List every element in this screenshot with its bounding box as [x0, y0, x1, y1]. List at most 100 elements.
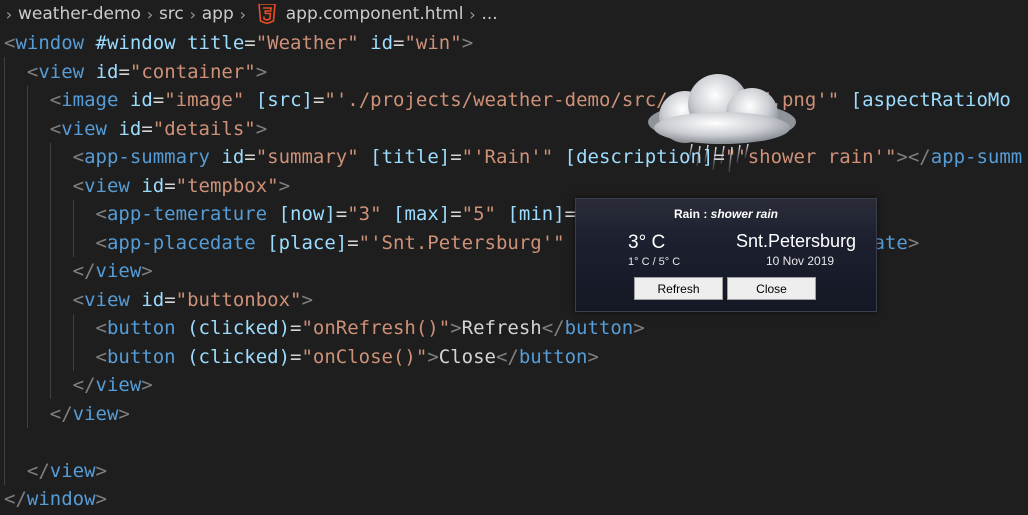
code-token: = — [335, 203, 348, 225]
code-token: app-temerature — [106, 203, 268, 225]
code-line[interactable]: <window #window title="Weather" id="win"… — [4, 29, 473, 57]
rain-cloud-icon — [648, 74, 796, 173]
code-token: > — [907, 231, 920, 254]
close-button[interactable]: Close — [727, 277, 816, 300]
code-token: "container" — [129, 60, 256, 83]
code-line[interactable]: </window> — [4, 485, 107, 513]
weather-summary: Rain : shower rain — [576, 207, 876, 221]
code-token: "details" — [152, 117, 256, 140]
code-token: < — [95, 317, 107, 339]
code-token: [title] — [370, 146, 451, 168]
chevron-right-icon: › — [469, 4, 476, 24]
code-token: "win" — [404, 32, 462, 54]
code-token: > — [95, 459, 107, 482]
code-token: < — [95, 345, 107, 368]
code-token: #window — [95, 32, 176, 54]
code-token: [src] — [255, 89, 313, 111]
code-line[interactable]: <view id="container"> — [4, 58, 267, 86]
code-token: = — [290, 317, 302, 339]
code-token: > — [255, 60, 268, 83]
code-line[interactable]: </view> — [4, 257, 153, 285]
code-token: < — [49, 117, 62, 140]
code-token: </ — [49, 402, 73, 425]
code-line[interactable]: <view id="tempbox"> — [4, 172, 290, 200]
refresh-button[interactable]: Refresh — [634, 277, 723, 300]
code-line[interactable]: <image id="image" [src]="'./projects/wea… — [4, 86, 1011, 114]
code-token: = — [164, 288, 176, 311]
code-token: > — [301, 288, 313, 311]
code-token: id — [221, 146, 245, 168]
code-token: id — [129, 89, 153, 111]
breadcrumb-item-app[interactable]: app — [202, 4, 234, 24]
code-token: "onClose()" — [301, 345, 428, 368]
current-temperature: 3° C — [628, 232, 666, 253]
code-token: "5" — [461, 203, 496, 225]
code-token: ></ — [896, 146, 931, 168]
code-token: = — [244, 146, 256, 168]
place-name: Snt.Petersburg — [736, 231, 857, 251]
code-line[interactable]: <view id="buttonbox"> — [4, 286, 313, 314]
code-line[interactable]: </view> — [4, 400, 130, 428]
code-token: = — [393, 32, 405, 54]
weather-description: shower rain — [710, 207, 779, 221]
code-line[interactable]: <button (clicked)="onClose()">Close</but… — [4, 343, 599, 371]
weather-title: Rain — [673, 207, 700, 221]
code-line[interactable]: </view> — [4, 371, 153, 399]
code-token: button — [518, 345, 588, 368]
code-token: Refresh — [461, 317, 542, 339]
code-token: = — [152, 89, 165, 111]
code-line[interactable]: </view> — [4, 457, 107, 485]
code-token: view — [84, 174, 130, 197]
date-label: 10 Nov 2019 — [766, 254, 835, 268]
code-token: < — [95, 203, 107, 225]
breadcrumb-item-weather-demo[interactable]: weather-demo — [18, 4, 141, 24]
code-token: app-placedate — [106, 231, 256, 254]
code-token: > — [427, 345, 439, 368]
code-token: [place] — [267, 231, 348, 254]
code-token: view — [38, 60, 85, 83]
breadcrumb-item-src[interactable]: src — [159, 4, 184, 24]
code-token: "onRefresh()" — [301, 317, 451, 339]
code-token: < — [72, 174, 85, 197]
code-line[interactable]: <app-summary id="summary" [title]="'Rain… — [4, 143, 1023, 171]
code-token: "buttonbox" — [175, 288, 302, 311]
code-token: "'./projects/weather-demo/src/ — [324, 89, 668, 111]
code-line[interactable]: <button (clicked)="onRefresh()">Refresh<… — [4, 314, 645, 342]
code-token: "'Snt.Petersburg'" — [358, 231, 565, 254]
code-token: app-summ — [930, 146, 1023, 168]
code-token: (clicked) — [187, 317, 291, 339]
code-token: < — [49, 89, 62, 111]
code-token: = — [164, 174, 176, 197]
breadcrumb-item-more[interactable]: ... — [481, 4, 497, 24]
code-token: id — [95, 60, 119, 83]
weather-widget: Rain : shower rain 3° C 1° C / 5° C Snt.… — [575, 198, 877, 312]
code-token: "3" — [347, 203, 382, 225]
code-token: > — [587, 345, 599, 368]
code-token: > — [461, 32, 474, 54]
code-token: = — [450, 146, 462, 168]
code-token: id — [141, 288, 165, 311]
code-token: = — [312, 89, 325, 111]
breadcrumb-item-file[interactable]: app.component.html — [286, 4, 464, 24]
code-token: = — [118, 60, 130, 83]
code-token: view — [49, 459, 96, 482]
code-token: view — [95, 260, 142, 282]
code-token: "image" — [164, 89, 245, 111]
code-token: = — [290, 345, 302, 368]
code-line[interactable]: <view id="details"> — [4, 115, 267, 143]
